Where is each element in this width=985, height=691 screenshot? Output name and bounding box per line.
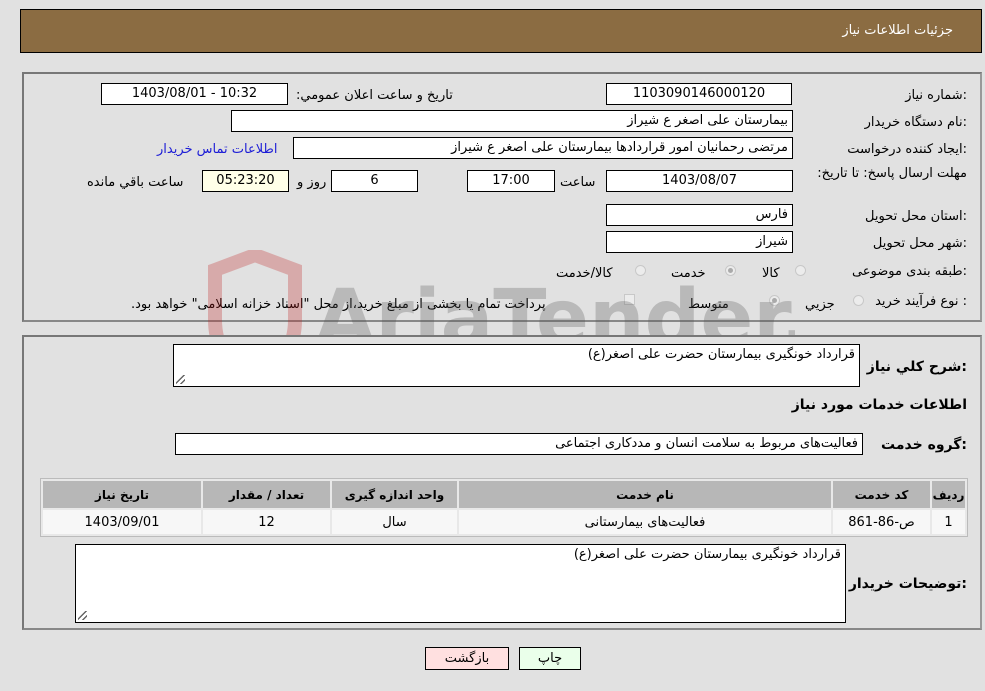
- city-field: شیراز: [606, 231, 793, 253]
- announce-datetime-field: 1403/08/01 - 10:32: [101, 83, 288, 105]
- resize-grip-icon[interactable]: [78, 611, 87, 620]
- province-field: فارس: [606, 204, 793, 226]
- purchase-option-minor: جزيي: [805, 297, 835, 312]
- cell-need-date: 1403/09/01: [43, 510, 201, 534]
- col-header-unit: واحد اندازه گیری: [332, 481, 457, 508]
- remaining-days-field: 6: [331, 170, 418, 192]
- service-group-field: فعالیت‌های مربوط به سلامت انسان و مددکار…: [175, 433, 863, 455]
- col-header-quantity: تعداد / مقدار: [203, 481, 330, 508]
- deadline-time-field: 17:00: [467, 170, 555, 192]
- summary-textarea[interactable]: قرارداد خونگیری بیمارستان حضرت علی اصغر(…: [173, 344, 860, 387]
- purchase-radio-medium[interactable]: [769, 295, 780, 306]
- purchase-radio-minor[interactable]: [853, 295, 864, 306]
- remaining-time-field: 05:23:20: [202, 170, 289, 192]
- buyer-notes-text: قرارداد خونگیری بیمارستان حضرت علی اصغر(…: [573, 547, 841, 562]
- need-number-label: شماره نیاز:: [905, 88, 967, 103]
- need-number-field: 1103090146000120: [606, 83, 792, 105]
- table-row: 1 ص-86-861 فعالیت‌های بیمارستانی سال 12 …: [43, 510, 965, 534]
- purchase-option-medium: متوسط: [688, 297, 729, 312]
- summary-text: قرارداد خونگیری بیمارستان حضرت علی اصغر(…: [587, 347, 855, 362]
- city-label: شهر محل تحویل:: [872, 236, 967, 251]
- service-group-label: گروه خدمت:: [881, 437, 967, 453]
- cell-unit: سال: [332, 510, 457, 534]
- treasury-note: پرداخت تمام یا بخشی از مبلغ خرید،از محل …: [131, 297, 546, 312]
- category-radio-goods[interactable]: [795, 265, 806, 276]
- cell-quantity: 12: [203, 510, 330, 534]
- buyer-org-field: بیمارستان علی اصغر ع شیراز: [231, 110, 793, 132]
- requester-field: مرتضی رحمانیان امور قراردادها بیمارستان …: [293, 137, 793, 159]
- buyer-contact-link[interactable]: اطلاعات تماس خریدار: [157, 142, 277, 157]
- services-table: ردیف کد خدمت نام خدمت واحد اندازه گیری ت…: [40, 478, 968, 537]
- deadline-time-label: ساعت: [560, 175, 596, 190]
- category-radio-service[interactable]: [725, 265, 736, 276]
- cell-service-code: ص-86-861: [833, 510, 930, 534]
- requester-label: ایجاد کننده درخواست:: [847, 142, 967, 157]
- back-button[interactable]: بازگشت: [425, 647, 509, 670]
- table-header-row: ردیف کد خدمت نام خدمت واحد اندازه گیری ت…: [43, 481, 965, 508]
- category-label: طبقه بندی موضوعی:: [851, 264, 967, 279]
- page-header: جزئیات اطلاعات نیاز: [20, 9, 982, 53]
- summary-label: شرح کلي نياز:: [866, 359, 967, 375]
- buyer-org-label: نام دستگاه خريدار:: [864, 115, 967, 130]
- col-header-row-number: ردیف: [932, 481, 965, 508]
- treasury-checkbox[interactable]: [624, 294, 635, 305]
- category-option-goods: کالا: [762, 266, 780, 281]
- category-option-service: خدمت: [671, 266, 706, 281]
- col-header-need-date: تاریخ نیاز: [43, 481, 201, 508]
- category-radio-goods-service[interactable]: [635, 265, 646, 276]
- col-header-service-name: نام خدمت: [459, 481, 831, 508]
- buyer-notes-textarea[interactable]: قرارداد خونگیری بیمارستان حضرت علی اصغر(…: [75, 544, 846, 623]
- cell-service-name: فعالیت‌های بیمارستانی: [459, 510, 831, 534]
- col-header-service-code: کد خدمت: [833, 481, 930, 508]
- announce-datetime-label: تاریخ و ساعت اعلان عمومي:: [296, 88, 453, 103]
- deadline-date-field: 1403/08/07: [606, 170, 793, 192]
- buyer-notes-label: توضیحات خریدار:: [848, 576, 967, 592]
- category-option-goods-service: کالا/خدمت: [556, 266, 613, 281]
- province-label: استان محل تحویل:: [865, 209, 967, 224]
- purchase-type-label: نوع فرآیند خرید :: [875, 294, 967, 309]
- deadline-label: مهلت ارسال پاسخ: تا تاریخ:: [817, 166, 967, 181]
- resize-grip-icon[interactable]: [176, 375, 185, 384]
- remaining-time-label: ساعت باقي مانده: [87, 175, 184, 190]
- services-heading: اطلاعات خدمات مورد نياز: [791, 397, 967, 413]
- days-label: روز و: [297, 175, 327, 190]
- print-button[interactable]: چاپ: [519, 647, 581, 670]
- page-title: جزئیات اطلاعات نیاز: [842, 23, 953, 38]
- cell-row-number: 1: [932, 510, 965, 534]
